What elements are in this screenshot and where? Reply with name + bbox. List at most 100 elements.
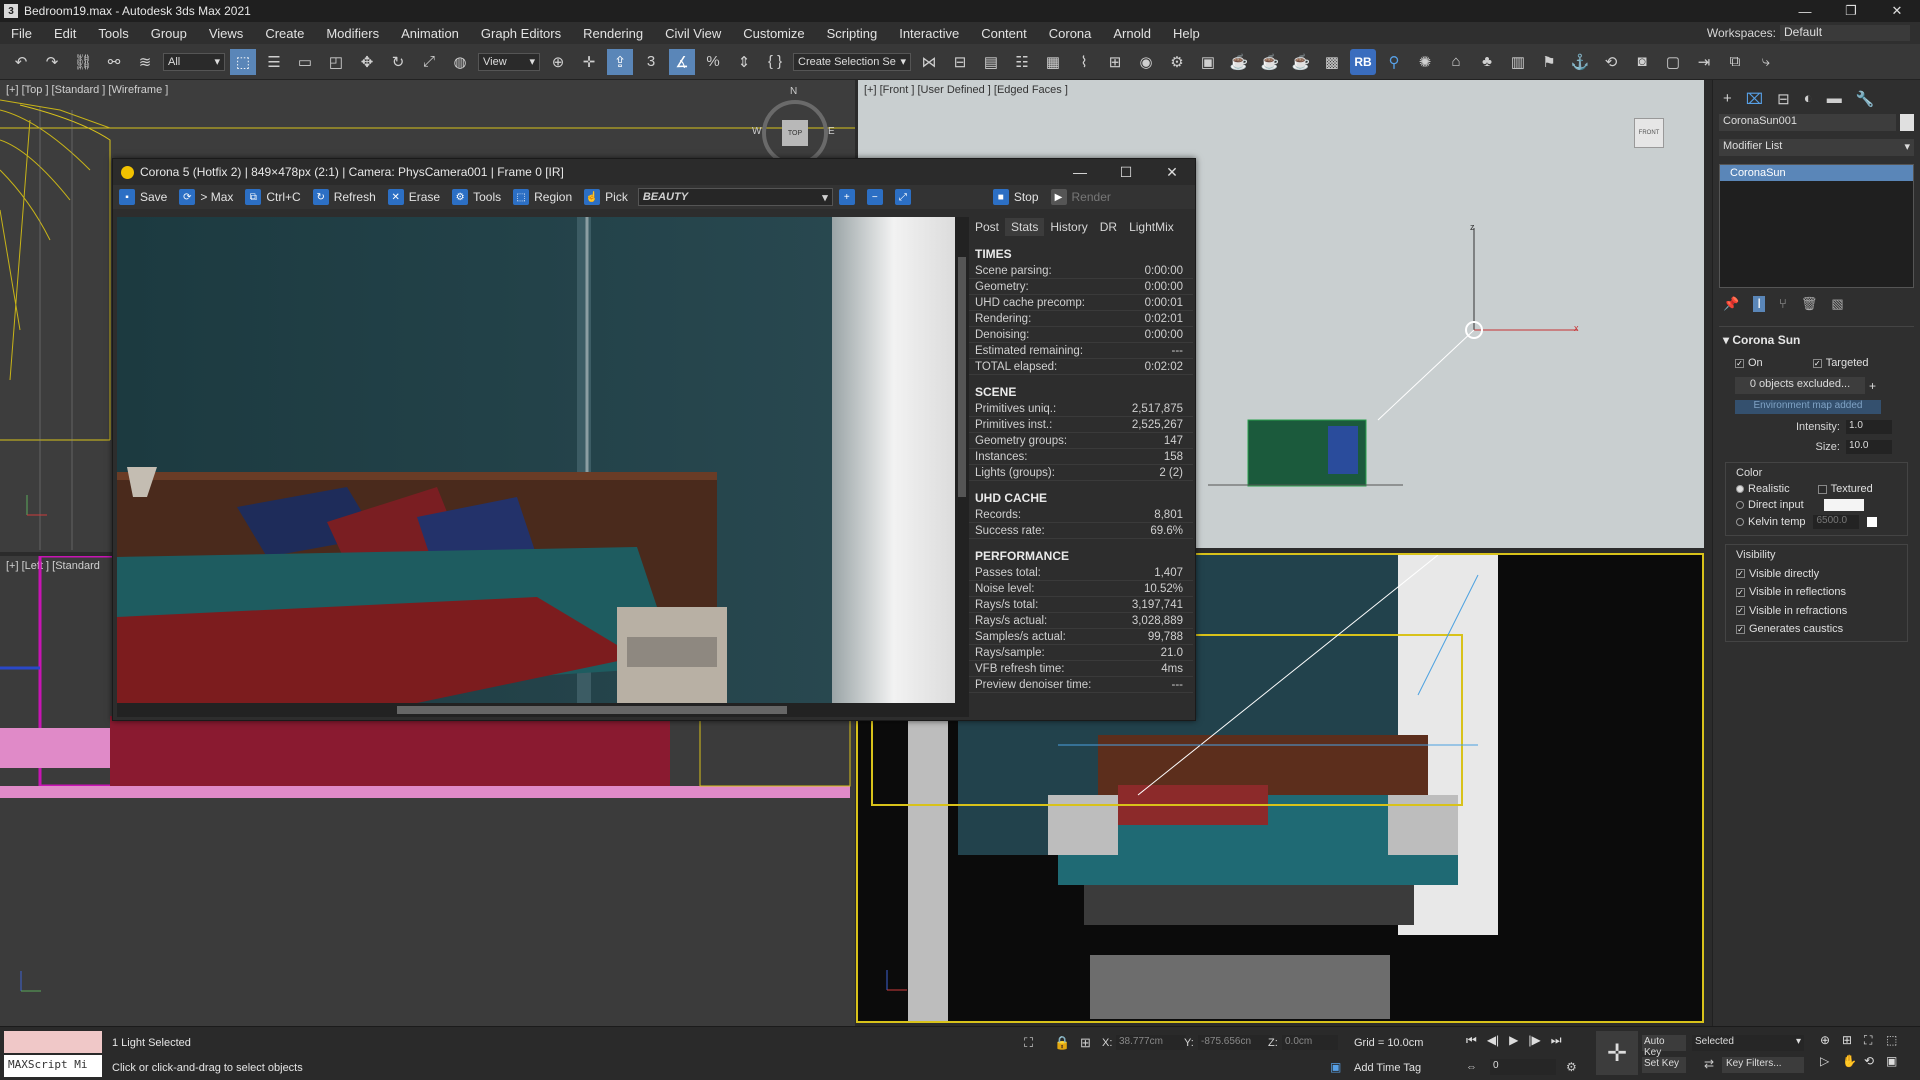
ribbon-icon[interactable]: ▦ — [1040, 49, 1066, 75]
placement-icon[interactable]: ◍ — [447, 49, 473, 75]
vfb-erase-button[interactable]: ✕ Erase — [386, 187, 446, 207]
targeted-checkbox[interactable]: ✓ Targeted — [1812, 357, 1869, 369]
corona-camera-icon[interactable]: ⚓ — [1567, 49, 1593, 75]
corona-material-library-icon[interactable]: ▢ — [1660, 49, 1686, 75]
corona-decal-icon[interactable]: ⚑ — [1536, 49, 1562, 75]
corona-tools-icon[interactable]: ▩ — [1319, 49, 1345, 75]
horizontal-scroll-thumb[interactable] — [397, 706, 787, 714]
snaps-toggle-icon[interactable]: 3 — [638, 49, 664, 75]
remove-modifier-icon[interactable]: 🗑 — [1801, 296, 1818, 312]
selection-lock-icon[interactable]: 🔒 — [1054, 1035, 1070, 1051]
direct-input-radio[interactable]: Direct input — [1736, 499, 1804, 511]
vertical-scroll-thumb[interactable] — [958, 257, 966, 497]
modifier-list-dropdown[interactable]: Modifier List ▾ — [1719, 139, 1914, 156]
window-crossing-icon[interactable]: ◰ — [323, 49, 349, 75]
pan-view-icon[interactable]: ✋ — [1842, 1054, 1864, 1068]
tab-post[interactable]: Post — [969, 218, 1005, 236]
vfb-zoom-in-icon[interactable]: + — [837, 187, 861, 207]
maximize-viewport-icon[interactable]: ▣ — [1886, 1054, 1908, 1068]
corona-interactive-icon[interactable]: ⟲ — [1598, 49, 1624, 75]
tab-dr[interactable]: DR — [1094, 218, 1123, 236]
spinner-snap-icon[interactable]: ⇕ — [731, 49, 757, 75]
material-editor-icon[interactable]: ◉ — [1133, 49, 1159, 75]
zoom-extents-icon[interactable]: ⛶ — [1864, 1033, 1886, 1048]
environment-map-added-button[interactable]: Environment map added — [1735, 400, 1881, 414]
menu-scripting[interactable]: Scripting — [816, 26, 889, 41]
vfb-save-button[interactable]: ▪ Save — [117, 187, 173, 207]
time-configuration-icon[interactable]: ⚙ — [1566, 1060, 1577, 1074]
orbit-icon[interactable]: ⟲ — [1864, 1054, 1886, 1068]
keyboard-shortcut-override-icon[interactable]: ⇪ — [607, 48, 633, 75]
configure-modifier-sets-icon[interactable]: ▧ — [1831, 296, 1843, 312]
zoom-extents-all-icon[interactable]: ⬚ — [1886, 1033, 1908, 1048]
rect-selection-icon[interactable]: ▭ — [292, 49, 318, 75]
corona-bitmap-icon[interactable]: ⧉ — [1722, 49, 1748, 75]
isolate-selection-icon[interactable]: ⛶ — [1024, 1035, 1033, 1051]
vfb-render-button[interactable]: ▶ Render — [1049, 187, 1117, 207]
tab-stats[interactable]: Stats — [1005, 218, 1045, 236]
size-spinner[interactable]: 10.0 — [1846, 440, 1892, 454]
vfb-stop-button[interactable]: ■ Stop — [991, 187, 1045, 207]
corona-proxy-icon[interactable]: ⌂ — [1443, 49, 1469, 75]
unlink-icon[interactable]: ⚯ — [101, 49, 127, 75]
visible-directly-checkbox[interactable]: ✓ Visible directly — [1736, 568, 1819, 580]
go-to-start-icon[interactable]: ⏮ — [1466, 1033, 1477, 1048]
menu-animation[interactable]: Animation — [390, 26, 470, 41]
y-coord-field[interactable]: -875.656cn — [1198, 1035, 1272, 1050]
add-time-tag-button[interactable]: Add Time Tag — [1354, 1062, 1421, 1074]
workspace-dropdown[interactable]: Default — [1780, 25, 1910, 41]
modifier-stack-item-coronasun[interactable]: CoronaSun — [1720, 165, 1913, 181]
curve-editor-icon[interactable]: ⌇ — [1071, 49, 1097, 75]
named-selection-dropdown[interactable]: Create Selection Se ▾ — [793, 52, 911, 71]
vfb-close-button[interactable]: ✕ — [1149, 159, 1195, 185]
maximize-button[interactable]: ❐ — [1828, 0, 1874, 22]
corona-vfb-icon[interactable]: ◙ — [1629, 49, 1655, 75]
menu-edit[interactable]: Edit — [43, 26, 87, 41]
light-lister-icon[interactable]: ⚲ — [1381, 49, 1407, 75]
menu-civil-view[interactable]: Civil View — [654, 26, 732, 41]
menu-group[interactable]: Group — [140, 26, 198, 41]
zoom-all-icon[interactable]: ⊞ — [1842, 1033, 1864, 1048]
redo-icon[interactable]: ↷ — [39, 49, 65, 75]
next-frame-icon[interactable]: |▶ — [1528, 1033, 1540, 1048]
rollout-corona-sun-title[interactable]: ▾ Corona Sun — [1719, 333, 1914, 347]
close-button[interactable]: ✕ — [1874, 0, 1920, 22]
play-icon[interactable]: ▶ — [1509, 1033, 1518, 1048]
vfb-tools-button[interactable]: ⚙ Tools — [450, 187, 507, 207]
schematic-view-icon[interactable]: ⊞ — [1102, 49, 1128, 75]
direct-input-color-swatch[interactable] — [1823, 499, 1864, 511]
vfb-to-max-button[interactable]: ⟳ > Max — [177, 187, 239, 207]
textured-checkbox[interactable]: Textured — [1817, 483, 1873, 495]
menu-arnold[interactable]: Arnold — [1102, 26, 1162, 41]
realistic-radio[interactable]: Realistic — [1736, 483, 1790, 495]
vfb-zoom-out-icon[interactable]: − — [865, 187, 889, 207]
key-filters-button[interactable]: Key Filters... — [1722, 1057, 1804, 1073]
zoom-icon[interactable]: ⊕ — [1820, 1033, 1842, 1048]
menu-customize[interactable]: Customize — [732, 26, 815, 41]
align-icon[interactable]: ⊟ — [947, 49, 973, 75]
vfb-pick-button[interactable]: ☝ Pick — [582, 187, 634, 207]
menu-tools[interactable]: Tools — [87, 26, 139, 41]
kelvin-temp-radio[interactable]: Kelvin temp — [1736, 516, 1805, 528]
menu-modifiers[interactable]: Modifiers — [315, 26, 390, 41]
corona-sun-icon[interactable]: ✺ — [1412, 49, 1438, 75]
render-preview-image[interactable] — [117, 217, 955, 703]
corona-converter-icon[interactable]: ▥ — [1505, 49, 1531, 75]
menu-rendering[interactable]: Rendering — [572, 26, 654, 41]
menu-graph-editors[interactable]: Graph Editors — [470, 26, 572, 41]
vfb-title-bar[interactable]: Corona 5 (Hotfix 2) | 849×478px (2:1) | … — [113, 159, 1195, 185]
absolute-mode-icon[interactable]: ⊞ — [1080, 1035, 1091, 1051]
previous-frame-icon[interactable]: ◀| — [1487, 1033, 1499, 1048]
go-to-end-icon[interactable]: ⏭ — [1551, 1033, 1562, 1048]
select-manipulate-icon[interactable]: ✛ — [576, 49, 602, 75]
object-color-swatch[interactable] — [1900, 114, 1914, 131]
move-icon[interactable]: ✥ — [354, 49, 380, 75]
make-unique-icon[interactable]: ⑂ — [1779, 296, 1787, 312]
key-mode-icon[interactable]: ⇔ — [1466, 1061, 1477, 1073]
undo-icon[interactable]: ↶ — [8, 49, 34, 75]
render-horizontal-scrollbar[interactable] — [117, 703, 969, 717]
generates-caustics-checkbox[interactable]: ✓ Generates caustics — [1736, 623, 1843, 635]
kelvin-color-swatch[interactable] — [1867, 517, 1878, 527]
render-vertical-scrollbar[interactable] — [955, 217, 969, 703]
corona-denoise-icon[interactable]: ⤷ — [1753, 49, 1779, 75]
